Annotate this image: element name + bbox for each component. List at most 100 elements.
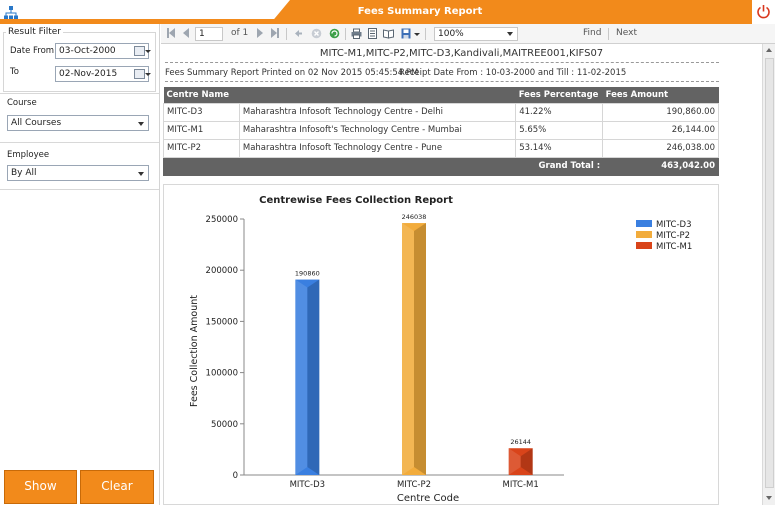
grand-total-label-text: Grand Total : <box>538 161 601 171</box>
zoom-select[interactable]: 100% <box>434 27 518 41</box>
bar-value-label: 26144 <box>510 438 531 446</box>
calendar-icon[interactable] <box>134 46 151 56</box>
chart-legend: MITC-D3MITC-P2MITC-M1 <box>636 220 692 252</box>
find-link[interactable]: Find <box>583 28 601 38</box>
grand-total-label: Grand Total : <box>515 156 604 176</box>
date-from-label: Date From <box>10 46 55 56</box>
column-header: Fees Amount <box>602 87 719 103</box>
chevron-down-icon <box>138 172 144 176</box>
y-tick-label: 50000 <box>211 420 238 430</box>
date-from-value: 03-Oct-2000 <box>59 46 116 56</box>
date-to-label: To <box>10 67 19 77</box>
scroll-down-icon[interactable] <box>766 496 772 500</box>
stop-icon[interactable] <box>311 28 322 39</box>
bar-value-label: 246038 <box>402 213 427 221</box>
bar: 26144 MITC-M1 <box>503 438 539 490</box>
toolbar-separator <box>345 28 346 40</box>
bar: 190860 MITC-D3 <box>290 270 326 490</box>
next-page-icon[interactable] <box>257 28 268 39</box>
x-tick-label: MITC-P2 <box>397 480 431 490</box>
date-to-value: 02-Nov-2015 <box>59 69 118 79</box>
fees-percentage-cell: 5.65% <box>515 120 604 140</box>
scroll-thumb[interactable] <box>765 58 774 488</box>
report-toolbar: 1 of 1 100% Find Next <box>161 24 775 44</box>
course-select[interactable]: All Courses <box>7 115 149 131</box>
chart-title: Centrewise Fees Collection Report <box>259 195 453 206</box>
result-filter-group <box>3 32 156 92</box>
centre-code-cell: MITC-P2 <box>163 138 240 158</box>
employee-select[interactable]: By All <box>7 165 149 181</box>
y-ticks: 0 50000 100000 150000 200000 250000 <box>206 215 244 481</box>
grand-total-row: Grand Total : 463,042.00 <box>163 156 719 176</box>
result-filter-title: Result Filter <box>6 27 63 37</box>
y-axis-title: Fees Collection Amount <box>189 295 200 407</box>
date-from-field[interactable]: 03-Oct-2000 <box>55 43 151 59</box>
bar: 246038 MITC-P2 <box>397 213 431 490</box>
previous-page-icon[interactable] <box>183 28 194 39</box>
centre-name-cell: Maharashtra Infosoft Technology Centre -… <box>238 102 517 122</box>
top-bar: Fees Summary Report <box>0 0 775 24</box>
print-icon[interactable] <box>351 28 362 39</box>
page-layout-icon[interactable] <box>367 28 378 39</box>
divider <box>0 142 159 143</box>
chart-panel: Centrewise Fees Collection Report Centre… <box>163 184 719 505</box>
last-page-icon[interactable] <box>271 28 282 39</box>
show-button[interactable]: Show <box>4 470 77 504</box>
page-number-input[interactable]: 1 <box>195 27 223 41</box>
fees-percentage-cell: 41.22% <box>515 102 604 122</box>
column-header <box>239 87 516 103</box>
page-setup-icon[interactable] <box>383 28 394 39</box>
power-button[interactable] <box>752 0 775 24</box>
x-tick-label: MITC-D3 <box>290 480 326 490</box>
centre-name-cell: Maharashtra Infosoft's Technology Centre… <box>238 120 517 140</box>
vertical-scrollbar[interactable] <box>762 44 775 505</box>
bar-value-label: 190860 <box>295 270 320 278</box>
centre-code-cell: MITC-D3 <box>163 102 240 122</box>
legend-swatch <box>636 220 652 227</box>
centre-name-cell: Maharashtra Infosoft Technology Centre -… <box>238 138 517 158</box>
first-page-icon[interactable] <box>167 28 178 39</box>
bars: 190860 MITC-D3 246038 MITC-P2 26144 MITC-M1 <box>290 213 539 490</box>
hierarchy-icon[interactable] <box>4 6 18 20</box>
receipt-range-text: Receipt Date From : 10-03-2000 and Till … <box>399 68 627 78</box>
date-to-field[interactable]: 02-Nov-2015 <box>55 66 151 82</box>
toolbar-separator <box>286 28 287 40</box>
bar-bevel-left <box>402 223 414 475</box>
empty-cell <box>163 156 240 176</box>
toolbar-separator <box>608 28 609 40</box>
centre-code-cell: MITC-M1 <box>163 120 240 140</box>
export-icon[interactable] <box>401 28 412 39</box>
empty-cell <box>238 156 517 176</box>
column-header: Centre Name <box>163 87 240 103</box>
power-icon <box>757 5 770 19</box>
y-tick-label: 150000 <box>206 317 238 327</box>
fees-amount-cell: 246,038.00 <box>602 138 719 158</box>
report-viewer: MITC-M1,MITC-P2,MITC-D3,Kandivali,MAITRE… <box>161 44 762 505</box>
back-icon[interactable] <box>293 28 304 39</box>
scroll-up-icon[interactable] <box>766 48 772 52</box>
bar-bevel-right <box>307 279 320 475</box>
chevron-down-icon[interactable] <box>414 33 420 36</box>
table-row: MITC-M1 Maharashtra Infosoft's Technolog… <box>163 120 719 140</box>
chevron-down-icon <box>507 32 513 36</box>
grand-total-value: 463,042.00 <box>602 156 719 176</box>
fees-bar-chart: Centrewise Fees Collection Report Centre… <box>189 195 692 504</box>
course-select-value: All Courses <box>11 118 62 128</box>
legend-label: MITC-P2 <box>656 231 690 241</box>
bar-bevel-left <box>295 279 308 475</box>
y-tick-label: 200000 <box>206 266 238 276</box>
employee-select-value: By All <box>11 168 37 178</box>
y-tick-label: 250000 <box>206 215 238 225</box>
y-tick-label: 100000 <box>206 369 238 379</box>
zoom-value: 100% <box>438 29 464 39</box>
calendar-icon[interactable] <box>134 69 151 79</box>
fees-amount-cell: 26,144.00 <box>602 120 719 140</box>
clear-button[interactable]: Clear <box>80 470 154 504</box>
next-link[interactable]: Next <box>616 28 637 38</box>
legend-item: MITC-M1 <box>636 242 692 252</box>
refresh-icon[interactable] <box>329 28 340 39</box>
toolbar-separator <box>425 28 426 40</box>
table-row: MITC-D3 Maharashtra Infosoft Technology … <box>163 102 719 122</box>
table-header-row: Centre Name Fees Percentage Fees Amount <box>163 87 719 103</box>
course-label: Course <box>7 98 37 108</box>
